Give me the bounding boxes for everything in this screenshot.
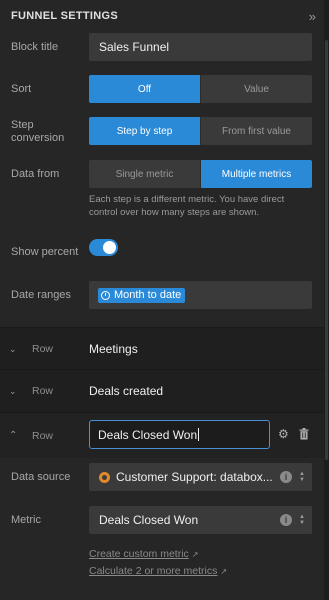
external-link-icon: ↗ <box>220 567 228 576</box>
external-link-icon: ↗ <box>191 550 199 559</box>
row-name-input[interactable]: Deals Closed Won <box>89 420 270 449</box>
date-range-chip[interactable]: Month to date <box>98 287 186 303</box>
date-ranges-label: Date ranges <box>11 289 71 301</box>
data-from-toggle: Single metric Multiple metrics <box>89 160 312 188</box>
clock-icon <box>101 290 110 300</box>
row-label: Row <box>32 343 54 355</box>
row-name: Meetings <box>89 342 138 356</box>
data-from-option-single-metric[interactable]: Single metric <box>89 160 200 188</box>
data-source-value: Customer Support: databox... <box>116 470 273 484</box>
metric-label: Metric <box>11 514 41 526</box>
show-percent-switch[interactable] <box>89 239 118 256</box>
panel-header: FUNNEL SETTINGS » <box>0 0 324 32</box>
calculate-metrics-label: Calculate 2 or more metrics <box>89 565 218 577</box>
panel-title: FUNNEL SETTINGS <box>11 10 118 22</box>
sort-option-value[interactable]: Value <box>200 75 312 103</box>
scrollbar-thumb[interactable] <box>325 40 328 460</box>
step-conversion-label: Step conversion <box>11 119 65 144</box>
chevron-up-icon[interactable]: ⌃ <box>9 430 17 441</box>
row-section-meetings[interactable]: ⌄ Row Meetings <box>0 327 324 370</box>
chevron-down-icon[interactable]: ⌄ <box>9 386 17 397</box>
scrollbar[interactable] <box>324 0 329 600</box>
info-icon[interactable]: i <box>280 514 292 526</box>
gear-icon[interactable]: ⚙ <box>278 428 289 440</box>
data-source-select[interactable]: Customer Support: databox... i ▲ ▼ <box>89 463 312 491</box>
sort-toggle: Off Value <box>89 75 312 103</box>
block-title-input[interactable]: Sales Funnel <box>89 33 312 61</box>
data-source-label: Data source <box>11 471 71 483</box>
sort-label: Sort <box>11 83 32 95</box>
sort-option-off[interactable]: Off <box>89 75 200 103</box>
block-title-label: Block title <box>11 41 59 53</box>
step-conversion-toggle: Step by step From first value <box>89 117 312 145</box>
row-name-value: Deals Closed Won <box>98 427 198 442</box>
select-arrows-icon: ▲ ▼ <box>299 514 305 526</box>
calculate-metrics-link[interactable]: Calculate 2 or more metrics ↗ <box>89 565 227 577</box>
switch-knob <box>103 241 116 254</box>
create-custom-metric-label: Create custom metric <box>89 548 189 560</box>
date-ranges-input[interactable]: Month to date <box>89 281 312 309</box>
metric-select[interactable]: Deals Closed Won i ▲ ▼ <box>89 506 312 534</box>
select-arrows-icon: ▲ ▼ <box>299 471 305 483</box>
row-name: Deals created <box>89 384 164 398</box>
funnel-settings-panel: FUNNEL SETTINGS » Block title Sales Funn… <box>0 0 324 600</box>
row-label: Row <box>32 430 54 442</box>
info-icon[interactable]: i <box>280 471 292 483</box>
metric-value: Deals Closed Won <box>99 513 199 527</box>
collapse-panel-icon[interactable]: » <box>309 9 316 24</box>
chevron-down-icon[interactable]: ⌄ <box>9 344 17 355</box>
trash-icon[interactable] <box>299 428 309 440</box>
data-from-hint: Each step is a different metric. You hav… <box>89 194 285 218</box>
row-section-deals-created[interactable]: ⌄ Row Deals created <box>0 369 324 412</box>
datasource-icon <box>99 471 110 483</box>
step-conversion-option-from-first-value[interactable]: From first value <box>200 117 312 145</box>
step-conversion-option-step-by-step[interactable]: Step by step <box>89 117 200 145</box>
text-caret <box>198 428 200 441</box>
data-from-option-multiple-metrics[interactable]: Multiple metrics <box>200 160 312 188</box>
date-range-chip-label: Month to date <box>114 289 182 301</box>
data-from-label: Data from <box>11 168 60 180</box>
row-label: Row <box>32 385 54 397</box>
create-custom-metric-link[interactable]: Create custom metric ↗ <box>89 548 198 560</box>
show-percent-label: Show percent <box>11 246 79 258</box>
